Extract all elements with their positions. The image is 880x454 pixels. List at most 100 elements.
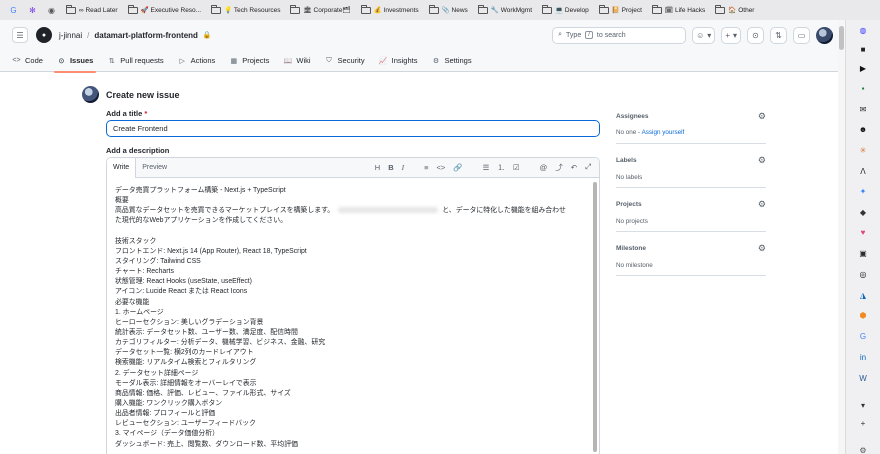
- chevron-down-icon[interactable]: ▾: [858, 400, 868, 410]
- editor-scroll-thumb[interactable]: [593, 182, 597, 452]
- ai-icon[interactable]: ᐱ: [858, 166, 868, 176]
- bookmark-item[interactable]: 🗓 Life Hacks: [649, 2, 708, 18]
- claude-icon[interactable]: ✳: [858, 145, 868, 155]
- gear-icon[interactable]: ⚙: [758, 155, 766, 166]
- bookmark-item[interactable]: 💰 Investments: [358, 2, 422, 18]
- numbered-list-icon[interactable]: ⒈: [497, 162, 505, 173]
- side-dock: ◍ ■ ▶ ▪ ✉ ☻ ✳ ᐱ ✦ ◆ ♥ ▣ ◎ ◮ ⬢ Gin W ▾ + ⚙: [845, 20, 880, 454]
- tab-settings[interactable]: ⚙ Settings: [431, 50, 472, 72]
- tab-code[interactable]: <> Code: [12, 50, 43, 72]
- description-line: 高品質なデータセットを売買できるマーケットプレイスを構築します。 と、データに特化…: [115, 206, 585, 216]
- image-icon[interactable]: ▣: [858, 248, 868, 258]
- issues-icon[interactable]: ⊙: [747, 26, 764, 44]
- face-icon[interactable]: ☻: [858, 124, 868, 134]
- avatar: [82, 86, 99, 103]
- diamond-icon[interactable]: ◆: [858, 207, 868, 217]
- copilot-icon[interactable]: ◍: [858, 25, 868, 35]
- sparkle-icon[interactable]: ✦: [858, 186, 868, 196]
- bookmark-item[interactable]: 🚀 Executive Reso...: [125, 2, 204, 18]
- description-label: Add a description: [106, 146, 170, 155]
- app-square-icon[interactable]: ■: [858, 44, 868, 54]
- bookmark-item[interactable]: ∞ Read Later: [63, 2, 121, 18]
- link-icon[interactable]: 🔗: [453, 163, 462, 172]
- code-icon[interactable]: <>: [437, 163, 446, 172]
- description-line: 出品者情報: プロフィールと評価: [115, 410, 216, 418]
- bookmark-item[interactable]: 🏠 Other: [712, 2, 757, 18]
- italic-icon[interactable]: I: [402, 163, 405, 172]
- play-icon[interactable]: ▶: [858, 63, 868, 73]
- quote-icon[interactable]: ≡: [424, 163, 428, 172]
- bookmark-item[interactable]: 📔 Project: [596, 2, 645, 18]
- code-icon: <>: [12, 57, 21, 64]
- bookmark-item[interactable]: ✻: [25, 2, 40, 18]
- tab-pull-requests[interactable]: ⇅ Pull requests: [107, 50, 164, 72]
- bookmark-item[interactable]: 💻 Develop: [539, 2, 592, 18]
- user-avatar[interactable]: [816, 26, 833, 44]
- word-icon[interactable]: W: [858, 373, 868, 383]
- box-icon[interactable]: ⬢: [858, 310, 868, 320]
- tab-issues[interactable]: ⊙ Issues: [53, 50, 97, 73]
- inbox-icon[interactable]: ▭: [793, 26, 810, 44]
- menu-icon[interactable]: ☰: [12, 27, 28, 43]
- copilot-button[interactable]: ☺ ▾: [692, 26, 716, 44]
- bookmark-item[interactable]: ◉: [44, 2, 59, 18]
- assignees-heading: Assignees: [616, 113, 649, 120]
- owner-link[interactable]: j-jinnai: [59, 31, 82, 40]
- heading-icon[interactable]: H: [375, 163, 380, 172]
- description-line: 3. マイページ（データ価値分析）: [115, 430, 219, 438]
- tab-write[interactable]: Write: [107, 158, 137, 178]
- tab-label: Wiki: [296, 56, 311, 65]
- description-textarea[interactable]: データ売買プラットフォーム構築 - Next.js + TypeScript 概要…: [115, 186, 585, 450]
- wiki-icon: 📖: [283, 57, 293, 65]
- undo-icon[interactable]: ↶: [571, 163, 577, 172]
- heart-icon[interactable]: ♥: [858, 227, 868, 237]
- bookmark-item[interactable]: G: [6, 2, 21, 18]
- repo-link[interactable]: datamart-platform-frontend: [94, 31, 198, 40]
- chat-icon[interactable]: ✉: [858, 104, 868, 114]
- copilot-icon: ☺: [696, 30, 705, 40]
- bookmark-item[interactable]: 📎 News: [426, 2, 471, 18]
- linkedin-icon[interactable]: in: [858, 352, 868, 362]
- bookmark-label: ∞ Read Later: [79, 6, 118, 14]
- google-dock-icon[interactable]: G: [858, 331, 868, 341]
- tab-preview[interactable]: Preview: [136, 158, 173, 177]
- description-line: 概要: [115, 197, 129, 205]
- terminal-icon[interactable]: ▪: [858, 83, 868, 93]
- cross-reference-icon[interactable]: ⤴: [555, 162, 563, 173]
- bookmark-item[interactable]: 🏛 Corporate🗂: [287, 2, 353, 18]
- gear-icon[interactable]: ⚙: [758, 199, 766, 210]
- bullet-list-icon[interactable]: ☰: [483, 163, 490, 172]
- page-scrollbar[interactable]: [838, 20, 845, 454]
- issue-title-input[interactable]: [106, 120, 600, 137]
- bold-icon[interactable]: B: [388, 163, 393, 172]
- markdown-toolbar: H B I ≡ <> 🔗 ☰ ⒈ ☑ @ ⤴ ↶ ⤢: [375, 158, 599, 177]
- tab-security[interactable]: ⛉ Security: [325, 50, 364, 72]
- tab-wiki[interactable]: 📖 Wiki: [283, 50, 311, 72]
- mention-icon[interactable]: @: [540, 163, 548, 172]
- create-new-button[interactable]: + ▾: [721, 26, 741, 44]
- gear-icon[interactable]: ⚙: [758, 243, 766, 254]
- assign-yourself-link[interactable]: Assign yourself: [642, 129, 685, 136]
- tab-insights[interactable]: 📈 Insights: [379, 50, 418, 72]
- description-line: [115, 227, 585, 237]
- settings-icon[interactable]: ⚙: [858, 445, 868, 454]
- fullscreen-icon[interactable]: ⤢: [585, 162, 591, 172]
- editor-scrollbar[interactable]: [592, 180, 598, 454]
- tab-label: Issues: [69, 56, 94, 65]
- page-scroll-thumb[interactable]: [839, 26, 844, 50]
- actions-icon: ▷: [179, 57, 185, 65]
- azure-icon[interactable]: ◮: [858, 290, 868, 300]
- pull-requests-icon[interactable]: ⇅: [770, 26, 787, 44]
- gear-icon[interactable]: ⚙: [758, 111, 766, 122]
- folder-icon: [477, 4, 488, 14]
- github-icon[interactable]: ◎: [858, 269, 868, 279]
- github-logo-icon[interactable]: ●: [36, 27, 52, 43]
- search-input[interactable]: ⌕ Type / to search: [552, 26, 687, 44]
- bookmark-item[interactable]: 💡 Tech Resources: [208, 2, 283, 18]
- description-line: ヒーローセクション: 美しいグラデーション背景: [115, 318, 264, 326]
- bookmark-item[interactable]: 🔧 WorkMgmt: [475, 2, 535, 18]
- tab-projects[interactable]: ▦ Projects: [229, 50, 269, 72]
- add-icon[interactable]: +: [858, 418, 868, 428]
- task-list-icon[interactable]: ☑: [513, 163, 520, 172]
- tab-actions[interactable]: ▷ Actions: [178, 50, 215, 72]
